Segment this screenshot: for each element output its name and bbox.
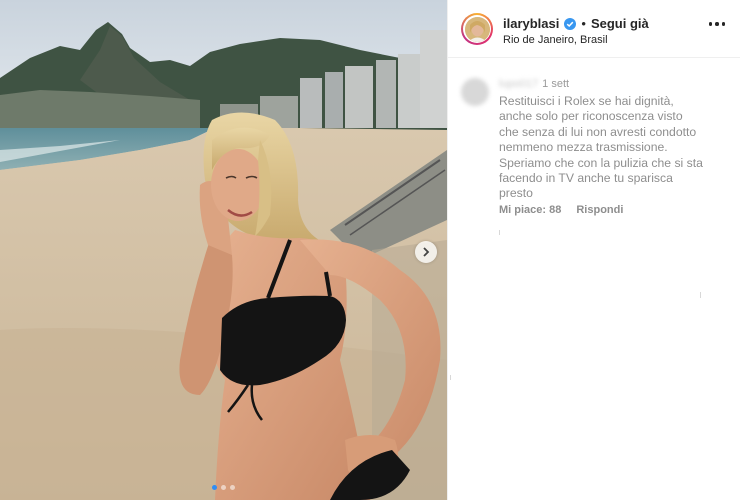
- carousel-dot[interactable]: [230, 485, 235, 490]
- carousel-dot[interactable]: [221, 485, 226, 490]
- username-link[interactable]: ilaryblasi: [503, 16, 559, 31]
- carousel-dot-active[interactable]: [212, 485, 217, 490]
- more-options-icon[interactable]: [708, 22, 725, 26]
- verified-badge-icon: [564, 17, 577, 30]
- follow-button[interactable]: Segui già: [591, 16, 649, 31]
- reply-button[interactable]: Rispondi: [576, 204, 623, 216]
- post-side-panel: ilaryblasi • Segui già Rio de Janeiro, B…: [447, 0, 740, 500]
- separator-dot: •: [581, 16, 586, 31]
- carousel-next-button[interactable]: [415, 241, 437, 263]
- beach-photo-image: [0, 0, 447, 500]
- profile-picture: [464, 16, 490, 42]
- location-link[interactable]: Rio de Janeiro, Brasil: [503, 34, 608, 46]
- chevron-right-icon: [423, 247, 430, 257]
- carousel-dots: [212, 485, 235, 490]
- comment-username[interactable]: lupo017: [499, 78, 538, 90]
- divider-mark: [700, 292, 701, 298]
- comment-meta: lupo017 1 sett: [499, 78, 569, 90]
- username-row: ilaryblasi • Segui già: [503, 16, 649, 31]
- comment-likes[interactable]: Mi piace: 88: [499, 204, 561, 216]
- divider-mark: [499, 230, 500, 235]
- comment-time[interactable]: 1 sett: [542, 78, 569, 90]
- comment-text: Restituisci i Rolex se hai dignità, anch…: [499, 94, 703, 201]
- divider-mark: [450, 375, 451, 380]
- comment-avatar[interactable]: [461, 78, 489, 106]
- post-photo[interactable]: [0, 0, 447, 500]
- avatar[interactable]: [461, 13, 493, 45]
- comment-actions: Mi piace: 88 Rispondi: [499, 204, 623, 216]
- post-header: ilaryblasi • Segui già Rio de Janeiro, B…: [448, 0, 740, 58]
